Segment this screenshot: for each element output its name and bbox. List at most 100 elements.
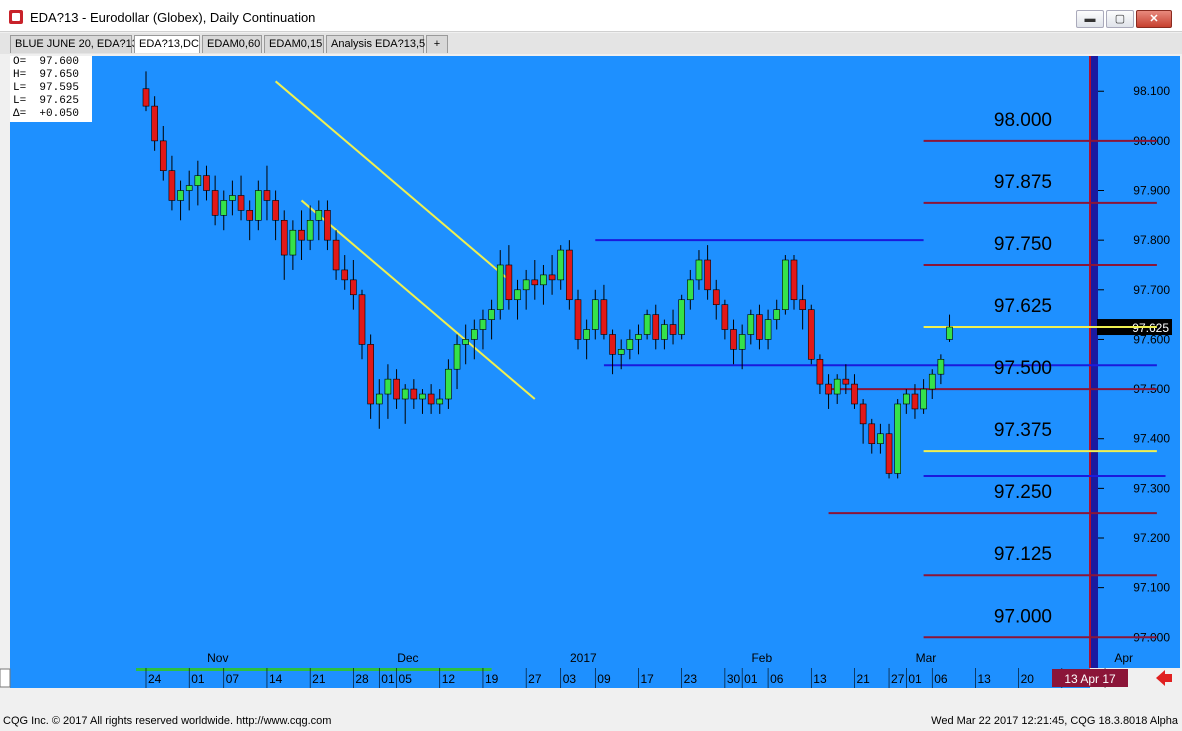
candle-body: [911, 393, 919, 410]
day-label: 01: [744, 672, 758, 686]
candle-body: [799, 299, 806, 310]
maximize-button[interactable]: ▢: [1106, 10, 1134, 28]
tab-analysis-eda13-5[interactable]: Analysis EDA?13,5: [326, 35, 425, 53]
month-label: Feb: [751, 651, 772, 665]
candle-body: [903, 393, 910, 405]
candle-body: [609, 334, 616, 355]
copyright-text: CQG Inc. © 2017 All rights reserved worl…: [3, 715, 332, 727]
price-tick-label: 97.300: [1133, 481, 1170, 495]
chart-canvas[interactable]: 98.10098.00097.90097.80097.70097.60097.5…: [0, 54, 1182, 688]
candle-body: [401, 388, 409, 400]
ohlc-open: O= 97.600: [13, 56, 80, 68]
candle-body: [695, 259, 703, 281]
candle-body: [764, 319, 772, 340]
day-label: 12: [442, 672, 456, 686]
candle-body: [255, 190, 262, 221]
candle-body: [583, 329, 590, 340]
day-label: 20: [1021, 672, 1035, 686]
timestamp-text: Wed Mar 22 2017 12:21:45, CQG 18.3.8018 …: [931, 715, 1178, 727]
plot-area[interactable]: [10, 56, 1090, 684]
candle-body: [159, 140, 167, 171]
day-label: 01: [191, 672, 205, 686]
add-tab-button[interactable]: +: [426, 35, 448, 53]
date-badge-label: 13 Apr 17: [1064, 672, 1116, 686]
candle-body: [419, 393, 426, 400]
candle-body: [211, 190, 219, 216]
candle-body: [704, 259, 711, 291]
level-label: 97.000: [994, 606, 1052, 627]
day-label: 17: [640, 672, 654, 686]
candle-body: [669, 324, 677, 335]
month-label: Nov: [207, 651, 228, 665]
candle-body: [427, 393, 435, 405]
candle-body: [445, 368, 452, 400]
month-label: Mar: [916, 651, 937, 665]
month-label: 2017: [570, 651, 597, 665]
candle-body: [756, 314, 763, 340]
candle-body: [842, 378, 850, 385]
day-label: 21: [312, 672, 326, 686]
day-label: 24: [148, 672, 162, 686]
price-tick-label: 98.100: [1133, 84, 1170, 98]
day-label: 13: [977, 672, 991, 686]
day-label: 23: [684, 672, 698, 686]
candle-body: [151, 105, 158, 142]
day-label: 28: [355, 672, 369, 686]
candle-body: [928, 373, 936, 390]
price-chart[interactable]: 98.100 98.000 97.900 97.800 97.700 97.600 97.5…: [0, 54, 1182, 688]
candle-body: [350, 279, 357, 296]
ohlc-readout: O= 97.600 H= 97.650 L= 97.595 L= 97.625 …: [10, 56, 92, 122]
candle-body: [496, 264, 504, 310]
ohlc-low: L= 97.595: [13, 82, 80, 94]
candle-body: [298, 229, 305, 241]
candle-body: [410, 388, 418, 400]
day-label: 01: [908, 672, 922, 686]
application-window: EDA?13 - Eurodollar (Globex), Daily Cont…: [0, 0, 1182, 731]
day-label: 09: [597, 672, 611, 686]
candle-body: [185, 185, 193, 191]
candle-body: [591, 299, 599, 330]
candle-body: [617, 349, 625, 355]
close-button[interactable]: ✕: [1136, 10, 1172, 28]
candle-body: [505, 264, 513, 301]
candle-body: [306, 219, 314, 241]
level-label: 97.625: [994, 296, 1052, 317]
candle-body: [358, 294, 366, 345]
price-tick-label: 97.900: [1133, 184, 1170, 198]
candle-body: [946, 326, 953, 340]
day-label: 19: [485, 672, 499, 686]
minimize-button[interactable]: ▬: [1076, 10, 1104, 28]
day-label: 14: [269, 672, 283, 686]
level-label: 97.125: [994, 544, 1052, 565]
candle-body: [315, 210, 323, 221]
tab-bar: BLUE JUNE 20, EDA?13 EDA?13,DC EDAM0,60 …: [0, 33, 1182, 54]
candle-body: [246, 210, 253, 221]
candle-body: [643, 314, 651, 335]
day-label: 30: [727, 672, 741, 686]
month-label: Apr: [1114, 651, 1133, 665]
tab-edam0-15[interactable]: EDAM0,15: [264, 35, 324, 53]
candle-body: [548, 274, 556, 281]
candle-body: [393, 378, 400, 400]
candle-body: [574, 299, 582, 340]
candle-body: [868, 423, 876, 444]
day-label: 03: [563, 672, 577, 686]
time-axis-scroll-handle[interactable]: [0, 668, 11, 688]
tab-edam0-60[interactable]: EDAM0,60: [202, 35, 262, 53]
candle-body: [471, 329, 478, 340]
right-edge-marker: [1090, 56, 1098, 684]
level-label: 97.250: [994, 482, 1052, 503]
candle-body: [177, 190, 184, 201]
day-label: 27: [528, 672, 542, 686]
candle-body: [833, 378, 841, 395]
tab-eda13-dc[interactable]: EDA?13,DC: [134, 35, 200, 53]
ohlc-change: Δ= +0.050: [13, 108, 80, 120]
day-label: 07: [226, 672, 240, 686]
candle-body: [747, 314, 755, 335]
candle-body: [566, 249, 573, 301]
title-bar[interactable]: EDA?13 - Eurodollar (Globex), Daily Cont…: [0, 0, 1182, 32]
candle-body: [436, 398, 444, 405]
tab-blue-june-20[interactable]: BLUE JUNE 20, EDA?13: [10, 35, 138, 53]
day-label: 13: [813, 672, 827, 686]
day-label: 27: [891, 672, 905, 686]
